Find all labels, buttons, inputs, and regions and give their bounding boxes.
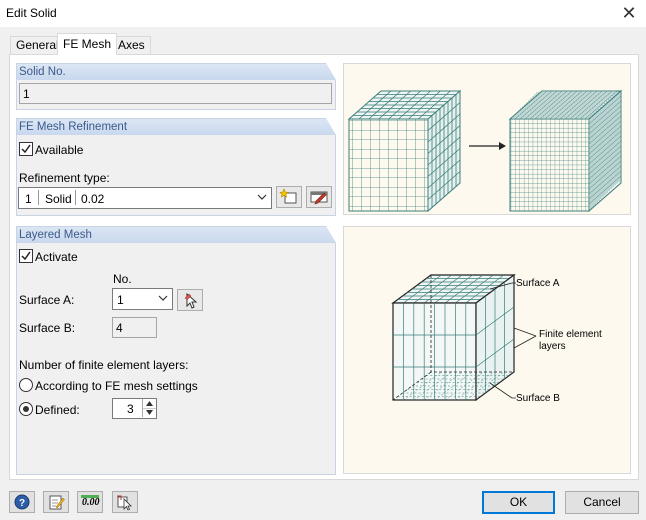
refinement-type-select[interactable]: 1 Solid 0.02 [18, 187, 272, 209]
help-icon: ? [14, 494, 30, 510]
num-layers-label: Number of finite element layers: [19, 358, 189, 372]
according-label: According to FE mesh settings [35, 379, 198, 393]
refinement-value: 0.02 [81, 192, 105, 206]
title-bar [0, 0, 646, 27]
surface-b-label: Surface B: [19, 321, 76, 335]
new-refinement-button[interactable] [276, 186, 302, 208]
surface-a-select[interactable]: 1 [112, 288, 173, 310]
cancel-button[interactable]: Cancel [565, 491, 639, 514]
spin-down-button[interactable] [142, 408, 156, 417]
surface-b-value: 4 [116, 321, 123, 335]
layered-mesh-header: Layered Mesh [17, 227, 335, 243]
pick-cursor-icon [184, 292, 198, 309]
fe-layers-caption-line2: layers [539, 341, 566, 352]
fe-mesh-refinement-header: FE Mesh Refinement [17, 119, 335, 135]
refinement-type-label: Refinement type: [19, 171, 110, 185]
no-column-label: No. [113, 272, 132, 286]
arrow-up-icon [146, 401, 153, 406]
help-button[interactable]: ? [9, 491, 35, 513]
chevron-down-icon [158, 295, 168, 301]
available-label: Available [35, 143, 84, 157]
window-title: Edit Solid [6, 6, 57, 20]
arrow-down-icon [146, 410, 153, 415]
edit-dialog-icon [310, 191, 328, 205]
according-radio[interactable] [19, 378, 33, 392]
available-checkbox[interactable] [19, 142, 33, 156]
defined-spinner[interactable]: 3 [112, 398, 157, 419]
solid-no-header: Solid No. [17, 64, 335, 80]
refinement-kind: Solid [45, 192, 72, 206]
layered-cube-image [391, 273, 537, 402]
tab-axes[interactable]: Axes [112, 36, 151, 54]
units-icon-text: 0.00 [82, 497, 100, 508]
solid-no-group: Solid No. 1 [16, 63, 336, 110]
surface-a-caption: Surface A [516, 278, 560, 289]
new-item-icon [279, 188, 297, 204]
activate-checkbox[interactable] [19, 249, 33, 263]
solid-no-field: 1 [19, 83, 332, 104]
chevron-down-icon [257, 194, 267, 200]
defined-value: 3 [127, 402, 134, 416]
pick-surface-button[interactable] [177, 289, 203, 311]
select-objects-button[interactable] [112, 491, 138, 513]
comment-button[interactable] [43, 491, 69, 513]
surface-a-label: Surface A: [19, 293, 75, 307]
refinement-illustration [343, 63, 631, 215]
refinement-no: 1 [25, 192, 32, 206]
mesh-cube-comparison-image [347, 89, 623, 213]
select-cursor-icon [117, 495, 132, 511]
close-icon[interactable]: ✕ [616, 2, 642, 24]
ok-button[interactable]: OK [482, 491, 555, 514]
surface-b-caption: Surface B [516, 393, 560, 404]
fe-layers-caption-line1: Finite element [539, 329, 602, 340]
tab-fe-mesh[interactable]: FE Mesh [57, 33, 118, 55]
edit-note-icon [49, 495, 65, 510]
svg-text:?: ? [19, 498, 25, 509]
activate-label: Activate [35, 250, 78, 264]
defined-label: Defined: [35, 403, 80, 417]
surface-a-value: 1 [117, 293, 124, 307]
solid-no-value: 1 [23, 87, 30, 101]
units-button[interactable]: 0.00 [77, 491, 103, 513]
defined-radio[interactable] [19, 402, 33, 416]
surface-b-field: 4 [112, 317, 157, 338]
layered-mesh-illustration: Surface A Finite element layers Surface … [343, 226, 631, 474]
edit-refinement-button[interactable] [306, 186, 332, 208]
